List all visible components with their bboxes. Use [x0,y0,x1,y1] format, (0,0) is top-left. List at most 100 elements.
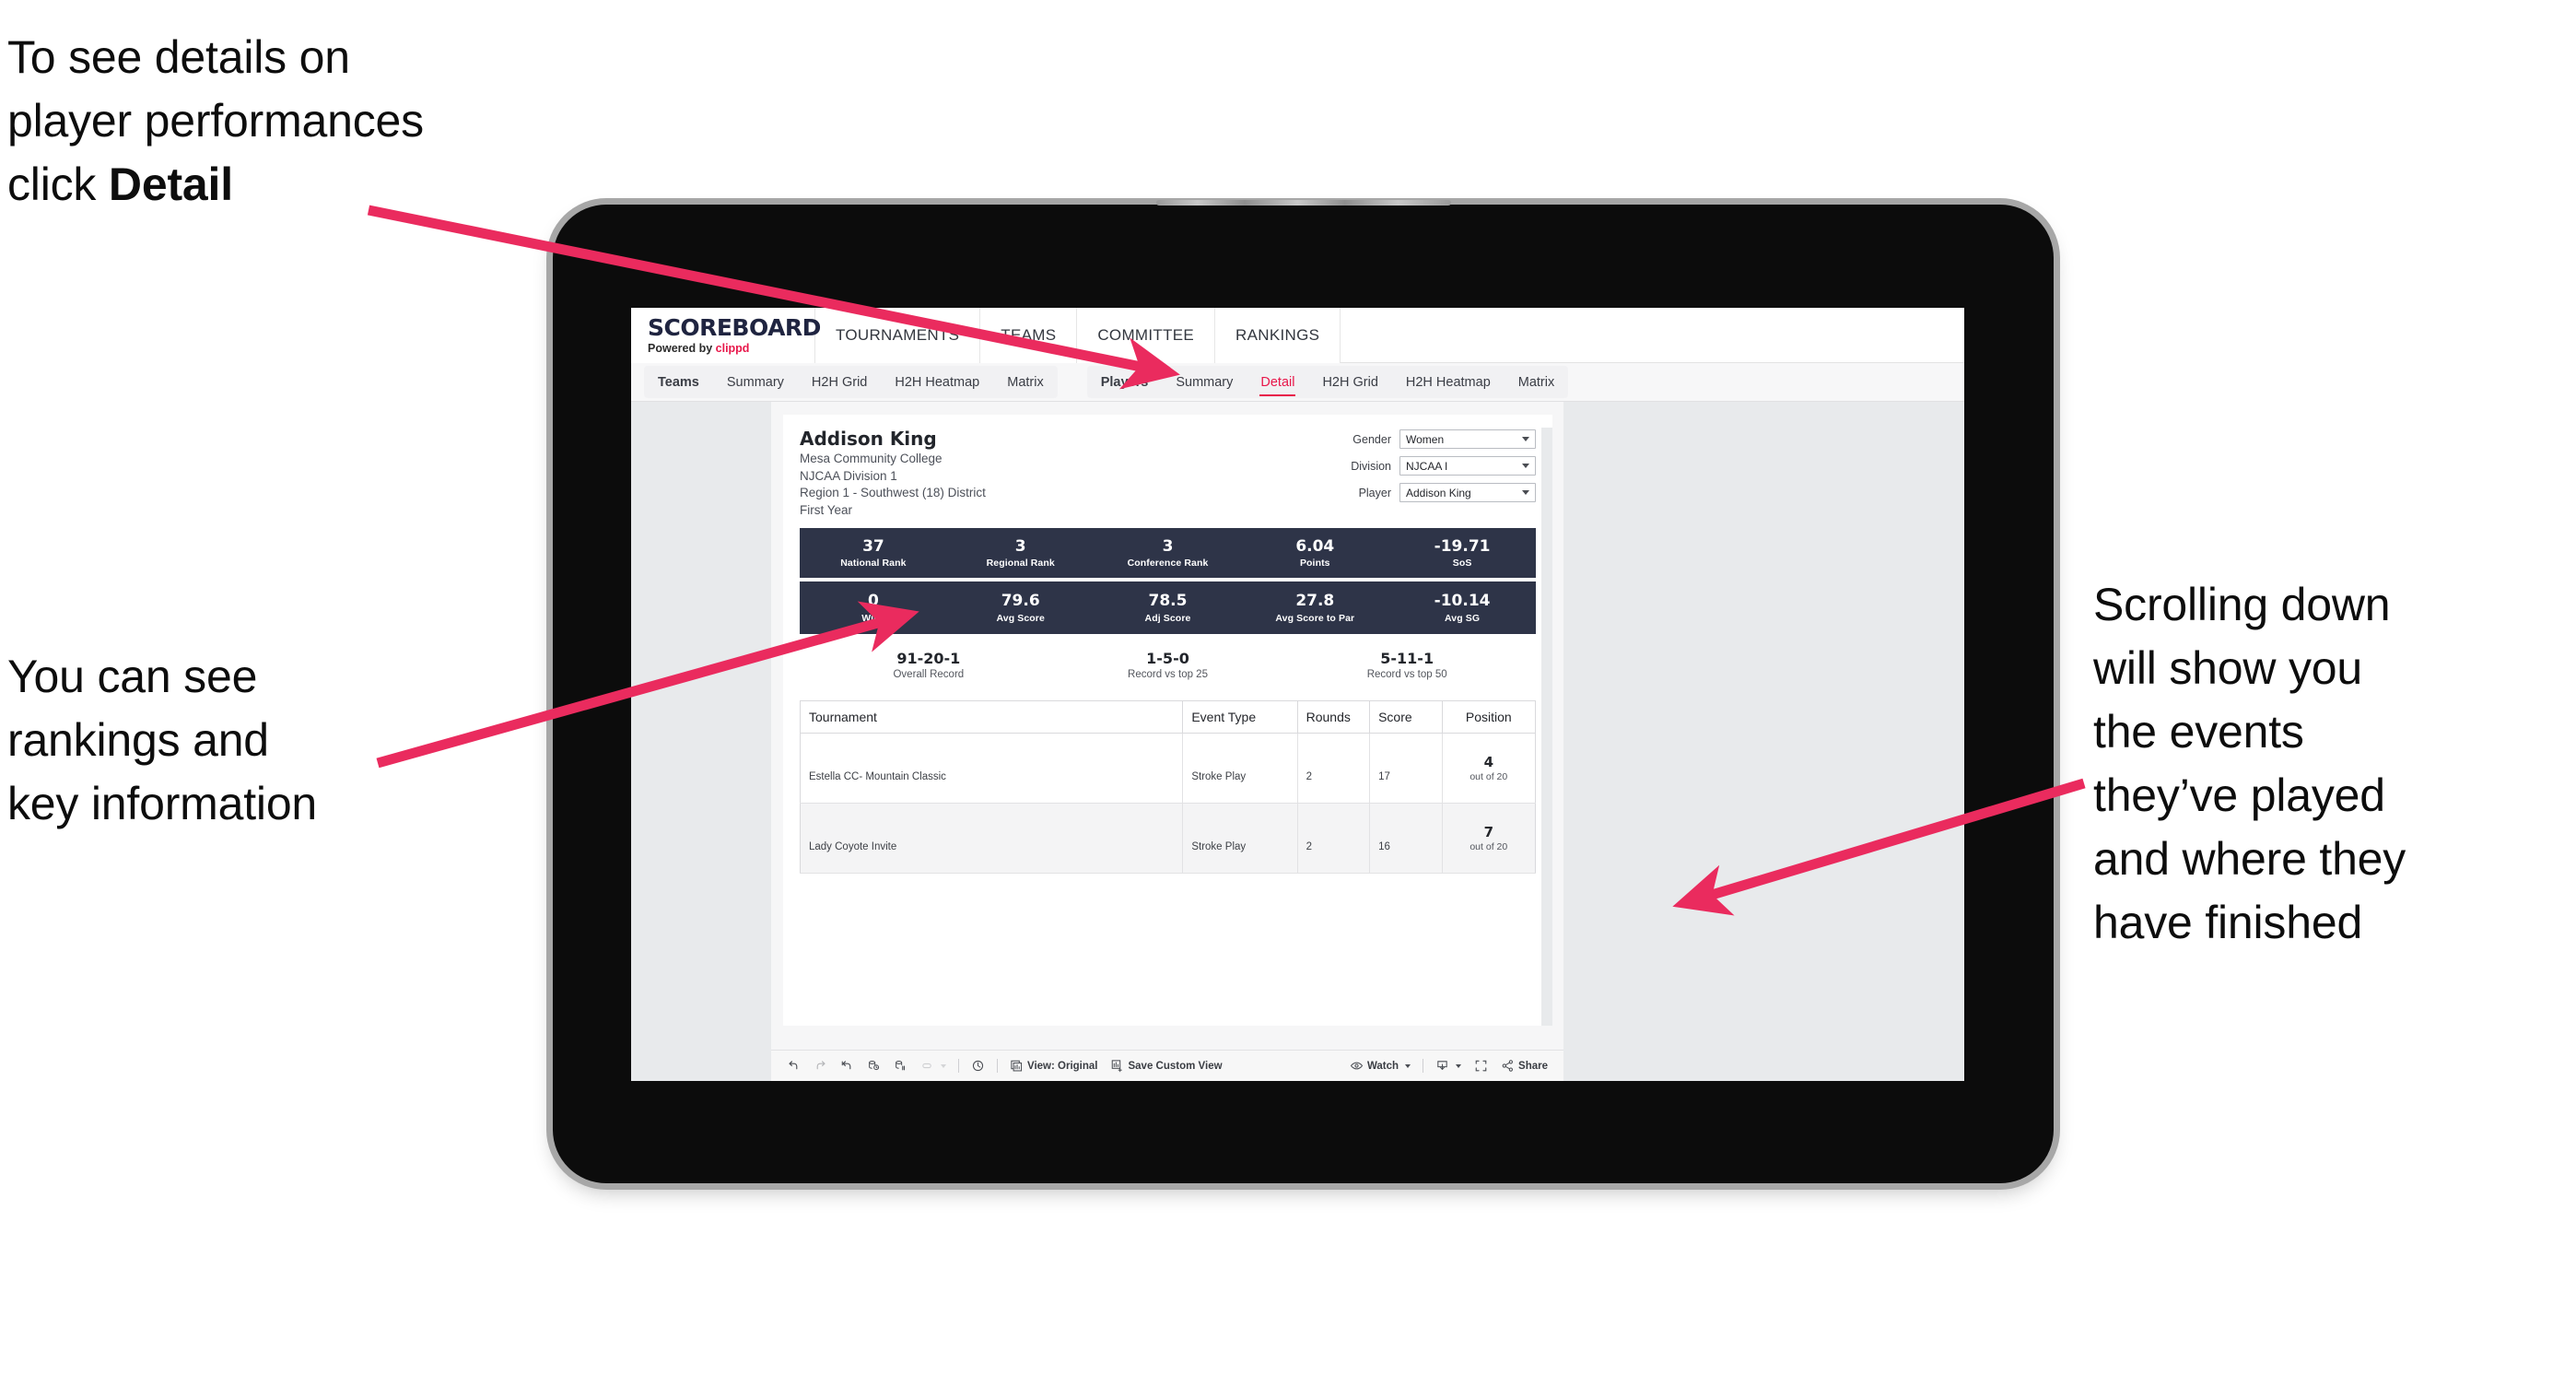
download-icon [1435,1059,1449,1073]
col-tournament[interactable]: Tournament [800,700,1184,734]
stat-label: Avg Score to Par [1275,612,1355,624]
filter-panel: Gender Women Division NJCAA I Player Add… [1324,428,1536,510]
callout-rankings-line2: rankings and [7,714,269,766]
download-button[interactable] [1429,1059,1468,1073]
watch-button[interactable]: Watch [1343,1059,1417,1073]
events-table: Tournament Event Type Rounds Score Posit… [800,699,1536,874]
tab-teams[interactable]: Teams [644,366,713,398]
pause-refresh-button[interactable] [965,1059,991,1073]
record-vs-top-50: 5-11-1 Record vs top 50 [1287,650,1527,680]
stat-wins: 0 Wins [800,592,947,623]
cell-score: 16 [1369,803,1443,874]
view-original-button[interactable]: View: Original [1003,1059,1104,1073]
tab-players-h2h-grid[interactable]: H2H Grid [1308,366,1391,398]
fullscreen-button[interactable] [1468,1059,1494,1073]
canvas-left-padding [631,402,771,1081]
filter-value-division: NJCAA I [1406,459,1448,473]
brand-logo[interactable]: SCOREBOARD Powered by clippd [631,308,821,363]
save-custom-view-button[interactable]: Save Custom View [1104,1059,1228,1073]
col-position[interactable]: Position [1442,700,1536,734]
tab-teams-matrix[interactable]: Matrix [993,366,1057,398]
refresh-data-icon [867,1059,881,1073]
undo-button[interactable] [780,1059,807,1073]
filter-label-player: Player [1358,486,1391,499]
records-row: 91-20-1 Overall Record 1-5-0 Record vs t… [800,650,1536,680]
callout-detail-line2: player performances [7,95,424,147]
record-label: Record vs top 50 [1366,668,1447,680]
cell-tournament: Estella CC- Mountain Classic [800,733,1184,804]
table-row[interactable]: Lady Coyote Invite Stroke Play 2 16 7 ou… [800,803,1536,874]
tab-teams-h2h-heatmap[interactable]: H2H Heatmap [881,366,993,398]
callout-scroll-line4: they’ve played [2093,769,2385,821]
callout-detail-line3-bold: Detail [108,159,233,210]
revert-button[interactable] [834,1059,861,1073]
stat-national-rank: 37 National Rank [800,537,947,569]
stat-avg-score-to-par: 27.8 Avg Score to Par [1241,592,1388,624]
clock-icon [971,1059,985,1073]
view-original-icon [1010,1059,1024,1073]
eye-icon [1350,1059,1364,1073]
tab-players[interactable]: Players [1087,366,1163,398]
redo-button[interactable] [807,1059,834,1073]
canvas-right-padding [1563,402,1964,1081]
filter-row-gender: Gender Women [1324,429,1536,449]
filter-select-division[interactable]: NJCAA I [1399,456,1536,476]
topnav-item-teams[interactable]: TEAMS [980,308,1078,363]
stat-label: Conference Rank [1127,558,1209,570]
table-row[interactable]: Estella CC- Mountain Classic Stroke Play… [800,733,1536,804]
filter-select-player[interactable]: Addison King [1399,483,1536,502]
callout-rankings-line1: You can see [7,651,258,702]
tablet-device-frame: SCOREBOARD Powered by clippd TOURNAMENTS… [553,200,2054,1183]
stat-label: Adj Score [1144,612,1191,624]
share-icon [1501,1059,1515,1073]
stat-value: -10.14 [1434,592,1491,611]
pan-tool-button[interactable] [914,1059,953,1073]
player-detail-card: Addison King Mesa Community College NJCA… [783,415,1552,1026]
viz-bottom-toolbar: View: Original Save Custom View Watch Sh… [771,1050,1563,1081]
tab-players-matrix[interactable]: Matrix [1505,366,1568,398]
callout-scroll-line3: the events [2093,706,2304,758]
col-event-type[interactable]: Event Type [1182,700,1298,734]
tablet-screen: SCOREBOARD Powered by clippd TOURNAMENTS… [631,308,1964,1081]
pan-icon [920,1059,934,1073]
position-number: 7 [1483,824,1493,841]
record-value: 5-11-1 [1380,649,1434,667]
chevron-down-icon [1456,1063,1462,1068]
brand-clippd-name: clippd [715,342,750,355]
filter-select-gender[interactable]: Women [1399,429,1536,449]
topnav-item-committee[interactable]: COMMITTEE [1077,308,1216,363]
stat-label: Avg SG [1445,612,1481,624]
brand-powered-prefix: Powered by [648,342,716,355]
tablet-speaker-grille [1155,200,1451,206]
events-table-head: Tournament Event Type Rounds Score Posit… [800,700,1536,734]
sub-navigation-bar: Teams Summary H2H Grid H2H Heatmap Matri… [631,363,1964,402]
record-vs-top-25: 1-5-0 Record vs top 25 [1048,650,1288,680]
callout-rankings-line3: key information [7,778,318,829]
col-rounds[interactable]: Rounds [1297,700,1371,734]
cell-position: 7 out of 20 [1442,803,1536,874]
cell-tournament: Lady Coyote Invite [800,803,1184,874]
toolbar-separator [997,1059,998,1073]
callout-detail-line3: click Detail [7,153,652,217]
tab-players-summary[interactable]: Summary [1162,366,1247,398]
stat-label: Avg Score [996,612,1045,624]
sheet-scrollbar[interactable] [1541,428,1552,1026]
topnav-item-tournaments[interactable]: TOURNAMENTS [815,308,981,363]
share-button[interactable]: Share [1494,1059,1554,1073]
tab-teams-summary[interactable]: Summary [713,366,798,398]
tab-players-detail[interactable]: Detail [1247,366,1308,398]
slide-canvas: To see details on player performances cl… [0,0,2576,1386]
record-value: 91-20-1 [896,649,961,667]
chevron-down-icon [1522,437,1529,441]
brand-powered-by: Powered by clippd [648,342,814,355]
tab-players-h2h-heatmap[interactable]: H2H Heatmap [1392,366,1505,398]
tab-teams-h2h-grid[interactable]: H2H Grid [798,366,881,398]
refresh-data-button[interactable] [861,1059,887,1073]
topnav-item-rankings[interactable]: RANKINGS [1215,308,1341,363]
callout-scroll: Scrolling down will show you the events … [2093,573,2572,955]
stat-value: -19.71 [1434,536,1491,556]
redo-icon [814,1059,827,1073]
col-score[interactable]: Score [1369,700,1443,734]
record-label: Record vs top 25 [1128,668,1208,680]
pause-data-button[interactable] [887,1059,914,1073]
